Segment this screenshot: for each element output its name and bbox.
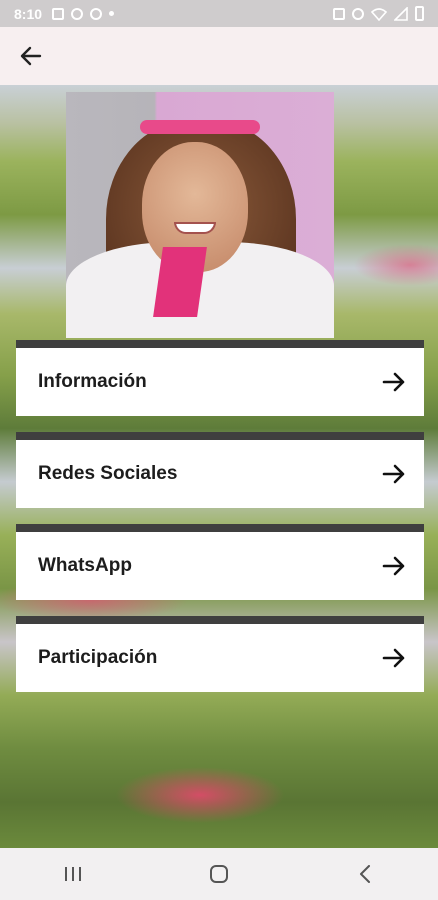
menu-item-participacion[interactable]: Participación — [16, 616, 424, 692]
signal-icon — [394, 6, 408, 21]
background-landscape: Información Redes Sociales WhatsApp Part… — [0, 85, 438, 848]
back-icon — [360, 865, 370, 883]
recent-apps-icon — [65, 867, 81, 881]
app-bar — [0, 27, 438, 85]
profile-photo — [66, 92, 334, 338]
arrow-right-icon — [382, 372, 406, 392]
home-icon — [210, 865, 228, 883]
vibrate-icon — [333, 7, 345, 20]
photo-headband — [140, 120, 260, 134]
menu-item-informacion[interactable]: Información — [16, 340, 424, 416]
wifi-icon — [371, 7, 387, 21]
recent-apps-button[interactable] — [43, 854, 103, 894]
gallery-icon — [52, 7, 65, 20]
arrow-right-icon — [382, 464, 406, 484]
menu-item-whatsapp[interactable]: WhatsApp — [16, 524, 424, 600]
status-time: 8:10 — [14, 5, 43, 22]
arrow-left-icon — [20, 46, 42, 66]
arrow-right-icon — [382, 648, 406, 668]
menu-item-label: Redes Sociales — [38, 463, 178, 484]
battery-icon — [415, 6, 424, 21]
menu-item-label: Participación — [38, 647, 158, 668]
instagram-icon — [71, 7, 84, 20]
system-nav-bar — [0, 848, 438, 900]
menu-item-redes-sociales[interactable]: Redes Sociales — [16, 432, 424, 508]
back-button[interactable] — [7, 32, 55, 80]
mute-icon — [352, 7, 364, 20]
dot-icon — [109, 11, 115, 16]
photo-smile — [174, 222, 216, 234]
menu-list: Información Redes Sociales WhatsApp Part… — [16, 340, 424, 708]
status-bar: 8:10 — [0, 0, 438, 27]
status-left-icons — [52, 7, 115, 20]
menu-item-label: Información — [38, 371, 147, 392]
home-button[interactable] — [189, 854, 249, 894]
arrow-right-icon — [382, 556, 406, 576]
system-back-button[interactable] — [335, 854, 395, 894]
status-right-icons — [333, 6, 424, 21]
facebook-icon — [90, 7, 103, 20]
menu-item-label: WhatsApp — [38, 555, 132, 576]
